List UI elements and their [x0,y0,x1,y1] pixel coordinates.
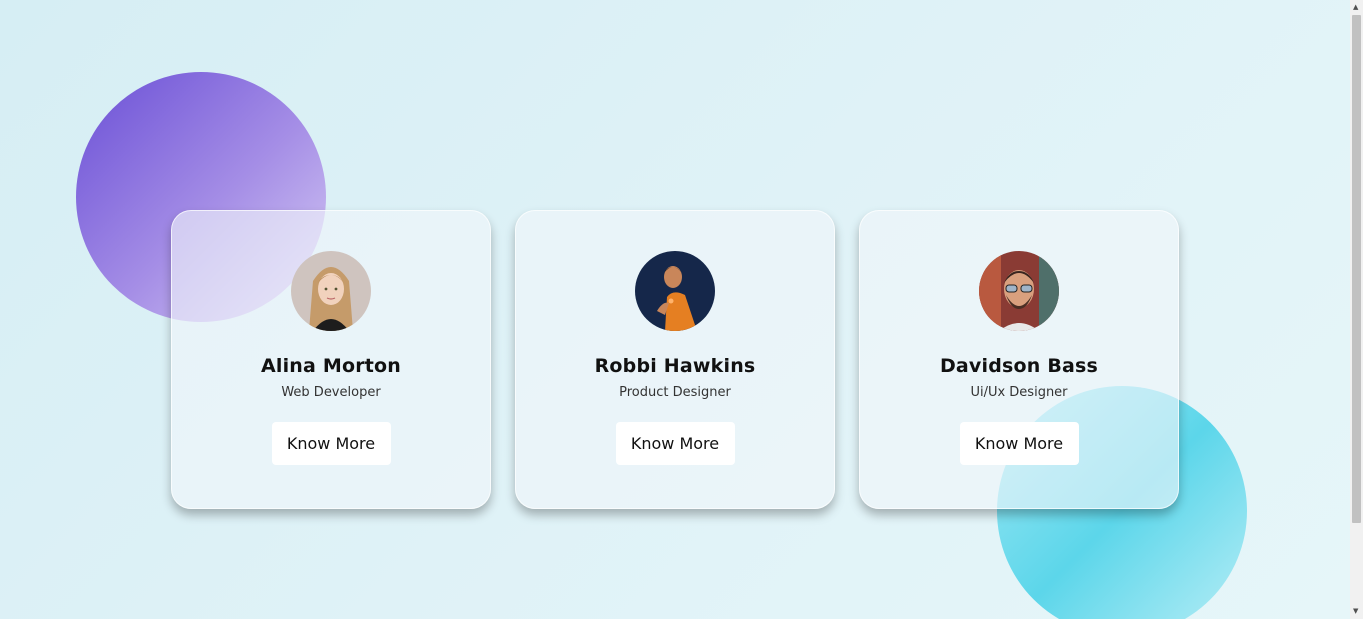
man-sunglasses-icon [979,251,1059,331]
profile-role: Web Developer [281,385,381,400]
know-more-button[interactable]: Know More [959,422,1079,465]
avatar [291,251,371,331]
avatar [979,251,1059,331]
profile-role: Product Designer [619,385,731,400]
scroll-up-icon[interactable]: ▲ [1353,3,1358,11]
woman-portrait-icon [291,251,371,331]
profile-role: Ui/Ux Designer [970,385,1068,400]
vertical-scrollbar[interactable]: ▲ ▼ [1350,0,1363,619]
profile-card-robbi: Robbi Hawkins Product Designer Know More [515,210,835,509]
profile-name: Alina Morton [260,355,402,377]
page: Alina Morton Web Developer Know More Rob… [0,0,1363,619]
profile-name: Davidson Bass [939,355,1099,377]
scroll-down-icon[interactable]: ▼ [1353,607,1358,615]
man-portrait-icon [635,251,715,331]
scrollbar-thumb[interactable] [1352,15,1361,523]
profile-card-davidson: Davidson Bass Ui/Ux Designer Know More [859,210,1179,509]
know-more-button[interactable]: Know More [615,422,735,465]
profile-card-alina: Alina Morton Web Developer Know More [171,210,491,509]
know-more-button[interactable]: Know More [271,422,391,465]
profile-name: Robbi Hawkins [594,355,756,377]
profile-cards: Alina Morton Web Developer Know More Rob… [171,210,1179,509]
avatar [635,251,715,331]
